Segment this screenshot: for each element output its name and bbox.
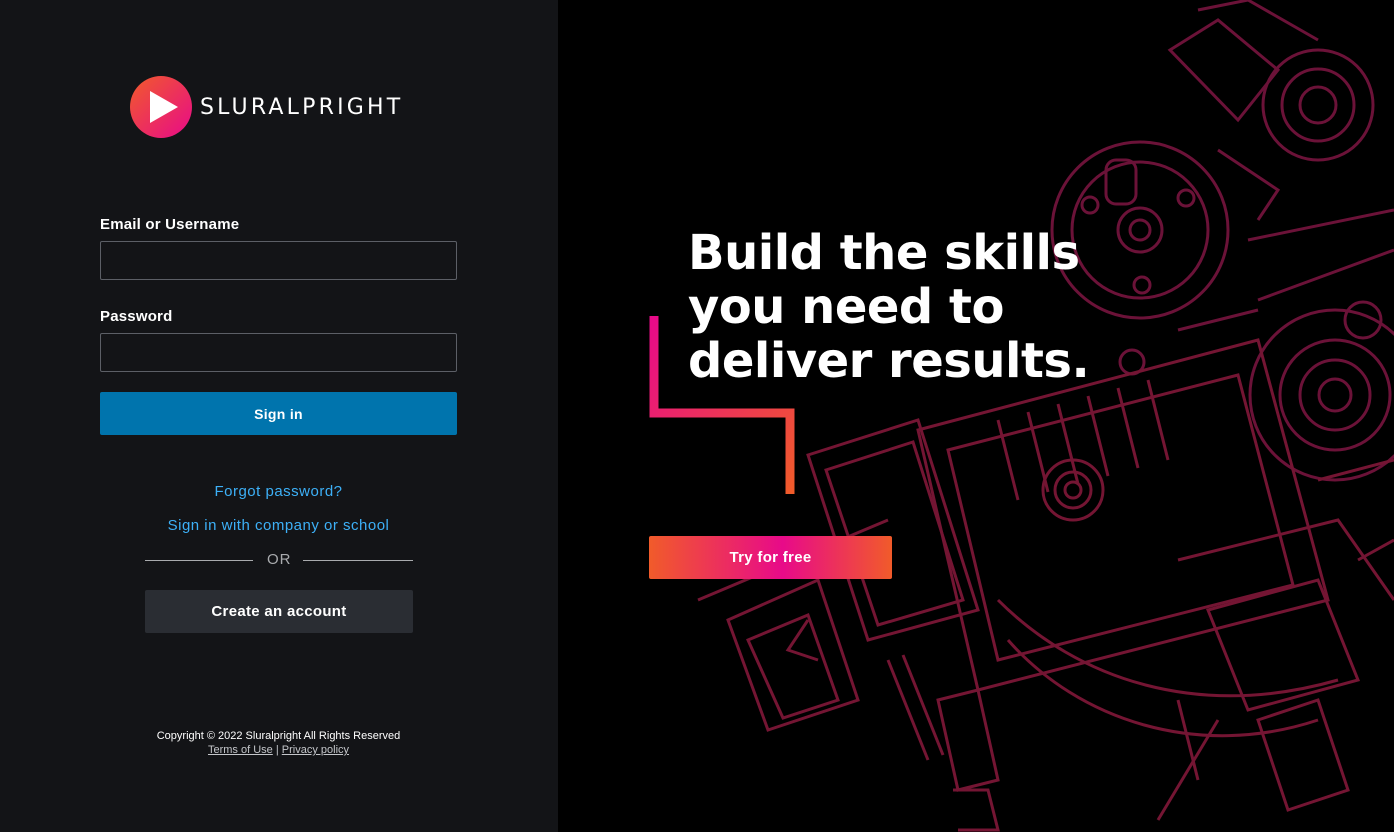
email-label: Email or Username [100,216,240,233]
brand-name: SLURALPRIGHT [200,94,404,120]
headline-line-1: Build the skills [688,225,1080,281]
footer: Copyright © 2022 Sluralpright All Rights… [100,729,457,757]
forgot-password-link[interactable]: Forgot password? [100,483,457,500]
headline-line-2: you need to [688,279,1004,335]
signin-button[interactable]: Sign in [100,392,457,435]
privacy-link[interactable]: Privacy policy [282,744,349,756]
footer-links: Terms of Use | Privacy policy [100,743,457,757]
try-for-free-button[interactable]: Try for free [649,536,892,579]
password-label: Password [100,308,173,325]
divider-line-left [145,560,253,561]
password-field[interactable] [100,333,457,372]
footer-separator: | [275,744,279,756]
company-signin-link[interactable]: Sign in with company or school [100,517,457,534]
promo-panel: Build the skills you need to deliver res… [558,0,1394,832]
create-account-button[interactable]: Create an account [145,590,413,633]
copyright-text: Copyright © 2022 Sluralpright All Rights… [156,730,401,742]
brand-logo[interactable]: SLURALPRIGHT [130,76,403,138]
or-text: OR [267,551,292,568]
play-logo-icon [130,76,192,138]
promo-headline: Build the skills you need to deliver res… [688,225,1090,389]
headline-line-3: deliver results. [688,333,1090,389]
divider-line-right [303,560,413,561]
email-field[interactable] [100,241,457,280]
terms-link[interactable]: Terms of Use [208,744,273,756]
login-panel: SLURALPRIGHT Email or Username Password … [0,0,558,832]
or-divider: OR [145,549,413,571]
